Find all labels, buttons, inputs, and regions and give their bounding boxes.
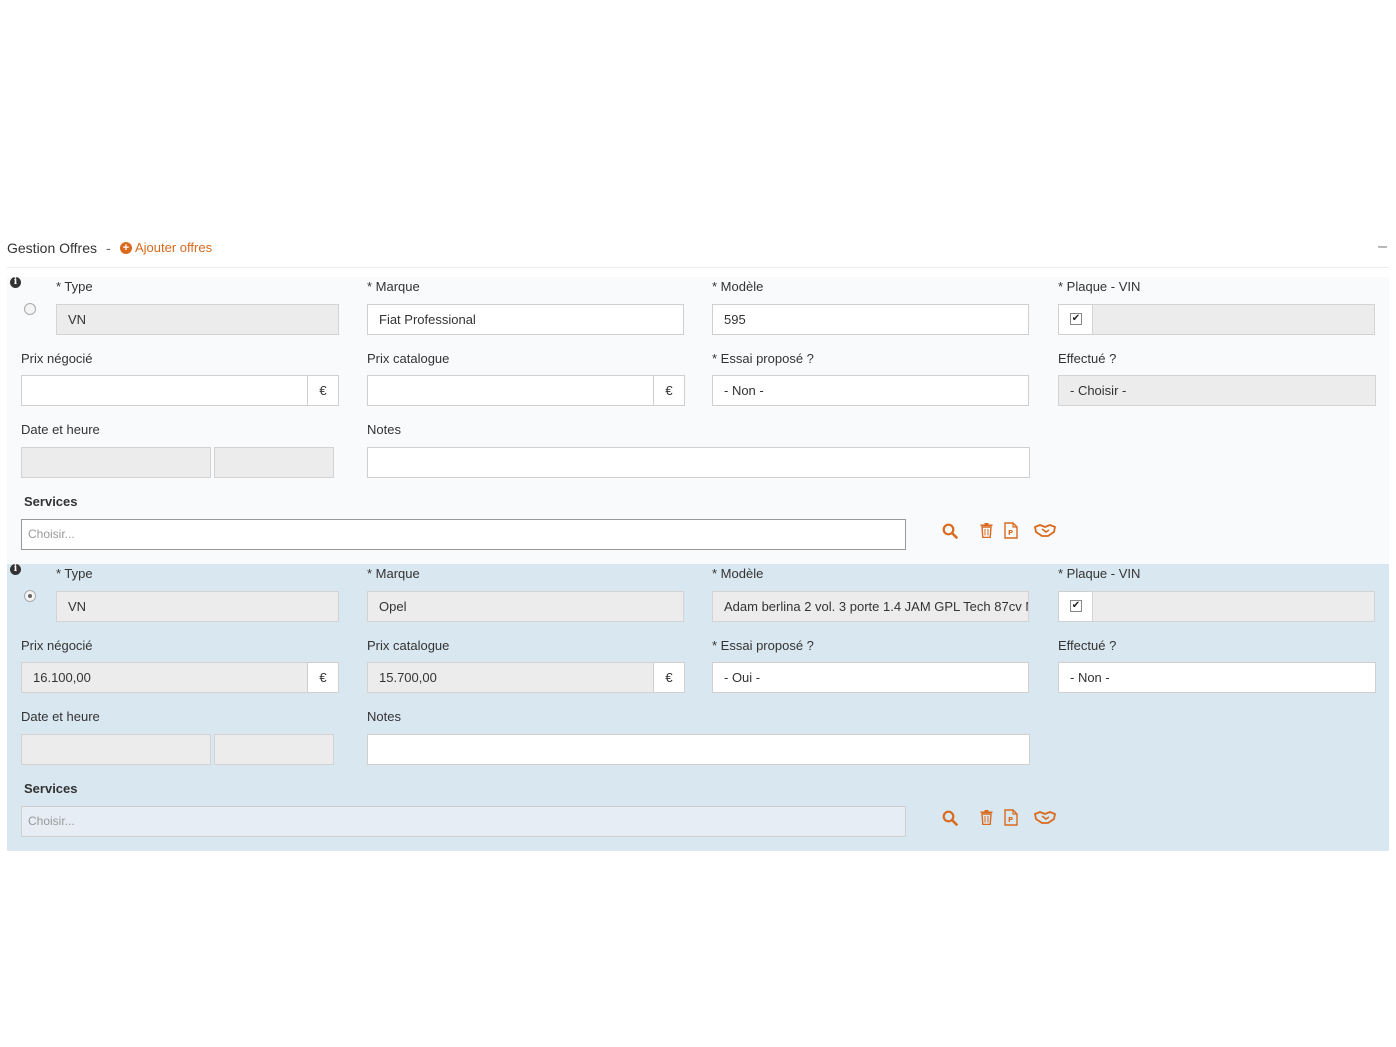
prix-negocie-field[interactable] [21,375,308,406]
essai-label: * Essai proposé ? [712,638,814,653]
plaque-vin-field[interactable] [1092,591,1375,622]
essai-select[interactable]: - Non - [712,375,1029,406]
svg-text:P: P [1008,529,1013,537]
date-label: Date et heure [21,422,100,437]
plaque-label: * Plaque - VIN [1058,279,1141,294]
type-field[interactable]: VN [56,591,339,622]
type-label: * Type [56,279,93,294]
offer-select-radio[interactable] [24,303,36,315]
prix-negocie-label: Prix négocié [21,351,93,366]
currency-addon: € [653,375,685,406]
services-input[interactable]: Choisir... [21,519,906,550]
time-field[interactable] [214,447,334,478]
notes-field[interactable] [367,447,1030,478]
effectue-select[interactable]: - Choisir - [1058,375,1376,406]
currency-addon: € [307,662,339,693]
marque-label: * Marque [367,566,420,581]
section-title: Gestion Offres [7,240,98,256]
date-label: Date et heure [21,709,100,724]
plaque-checkbox-wrap: ✔ [1058,304,1093,335]
effectue-label: Effectué ? [1058,638,1117,653]
handshake-icon[interactable] [1034,523,1056,541]
notes-label: Notes [367,709,401,724]
offer-row: i * Type VN * Marque Fiat Professional *… [7,277,1389,564]
add-offer-link[interactable]: + Ajouter offres [120,240,212,255]
info-icon[interactable]: i [10,564,21,575]
handshake-icon[interactable] [1034,810,1056,828]
plaque-checkbox[interactable]: ✔ [1070,313,1082,325]
date-field[interactable] [21,447,211,478]
plaque-checkbox-wrap: ✔ [1058,591,1093,622]
plaque-vin-field[interactable] [1092,304,1375,335]
services-input[interactable]: Choisir... [21,806,906,837]
type-label: * Type [56,566,93,581]
type-field[interactable]: VN [56,304,339,335]
modele-label: * Modèle [712,279,764,294]
marque-label: * Marque [367,279,420,294]
essai-label: * Essai proposé ? [712,351,814,366]
section-header: Gestion Offres - + Ajouter offres – [7,238,1389,268]
info-icon[interactable]: i [10,277,21,288]
prix-catalogue-field[interactable]: 15.700,00 [367,662,654,693]
modele-field[interactable]: 595 [712,304,1029,335]
prix-catalogue-field[interactable] [367,375,654,406]
plaque-label: * Plaque - VIN [1058,566,1141,581]
prix-catalogue-label: Prix catalogue [367,638,450,653]
effectue-select[interactable]: - Non - [1058,662,1376,693]
essai-select[interactable]: - Oui - [712,662,1029,693]
prix-catalogue-label: Prix catalogue [367,351,450,366]
prix-negocie-field[interactable]: 16.100,00 [21,662,308,693]
search-icon[interactable] [942,810,958,829]
currency-addon: € [307,375,339,406]
collapse-button[interactable]: – [1378,238,1387,256]
notes-field[interactable] [367,734,1030,765]
modele-label: * Modèle [712,566,764,581]
time-field[interactable] [214,734,334,765]
trash-icon[interactable] [980,523,993,541]
pdf-icon[interactable]: P [1004,809,1018,829]
prix-negocie-label: Prix négocié [21,638,93,653]
services-label: Services [24,494,78,509]
notes-label: Notes [367,422,401,437]
offer-row-selected: i * Type VN * Marque Opel * Modèle Adam … [7,564,1389,851]
effectue-label: Effectué ? [1058,351,1117,366]
plus-circle-icon: + [120,241,132,254]
modele-field[interactable]: Adam berlina 2 vol. 3 porte 1.4 JAM GPL … [712,591,1029,622]
pdf-icon[interactable]: P [1004,522,1018,542]
marque-field[interactable]: Fiat Professional [367,304,684,335]
marque-field[interactable]: Opel [367,591,684,622]
currency-addon: € [653,662,685,693]
svg-text:P: P [1008,816,1013,824]
trash-icon[interactable] [980,810,993,828]
date-field[interactable] [21,734,211,765]
add-offer-label: Ajouter offres [135,240,213,255]
search-icon[interactable] [942,523,958,542]
header-separator: - [106,240,111,256]
offer-select-radio[interactable] [24,590,36,602]
plaque-checkbox[interactable]: ✔ [1070,600,1082,612]
services-label: Services [24,781,78,796]
